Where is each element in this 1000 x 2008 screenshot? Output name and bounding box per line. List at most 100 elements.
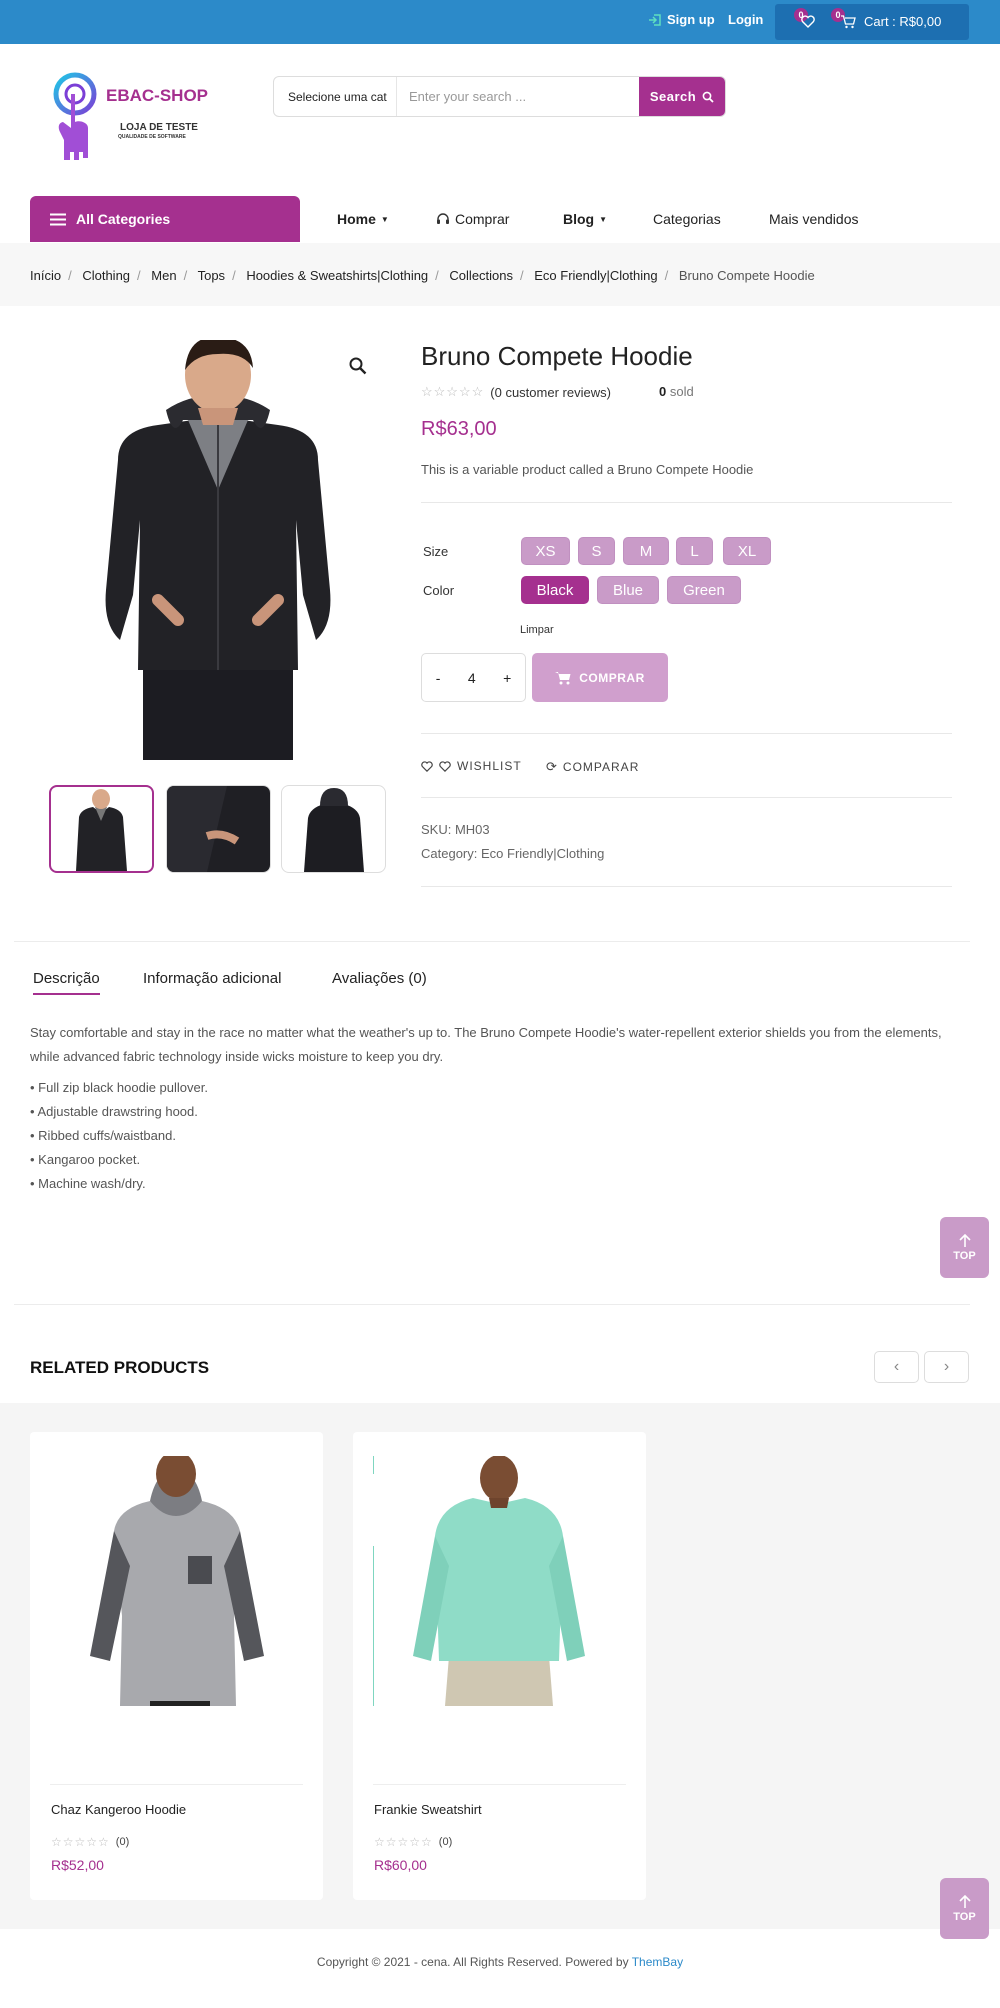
product-main-image[interactable] [48,340,388,765]
scroll-top-button[interactable]: TOP [940,1217,989,1278]
breadcrumb-collections[interactable]: Collections [449,268,513,283]
logo-title: EBAC-SHOP [106,86,209,105]
breadcrumb-hoodies[interactable]: Hoodies & Sweatshirts|Clothing [246,268,428,283]
signup-icon [649,13,661,26]
tab-avaliacoes[interactable]: Avaliações (0) [332,970,427,987]
logo-hand-icon [53,72,97,160]
heart-icon [439,760,451,772]
cart-box[interactable]: 0 0 Cart : R$0,00 [775,4,969,40]
divider [421,733,952,734]
copyright-text: Copyright © 2021 - cena. All Rights Rese… [316,1955,629,1969]
tab-descricao[interactable]: Descrição [33,970,100,995]
product-card[interactable]: Chaz Kangeroo Hoodie ☆☆☆☆☆ (0) R$52,00 [30,1432,323,1900]
size-option-xs[interactable]: XS [521,537,570,565]
customer-reviews-link[interactable]: (0 customer reviews) [490,385,611,400]
thembay-link[interactable]: ThemBay [632,1955,683,1969]
buy-button-label: COMPRAR [579,670,645,685]
wishlist-button[interactable]: WISHLIST [421,759,522,773]
breadcrumb: Início / Clothing / Men / Tops / Hoodies & S… [30,268,815,283]
color-option-green[interactable]: Green [667,576,741,604]
breadcrumb-clothing[interactable]: Clothing [82,268,130,283]
rating-stars-icon: ☆☆☆☆☆ [51,1835,110,1849]
scroll-top-button[interactable]: TOP [940,1878,989,1939]
product-sku: SKU: MH03 [421,822,490,837]
size-option-xl[interactable]: XL [723,537,771,565]
size-option-m[interactable]: M [623,537,669,565]
compare-label: COMPARAR [562,760,640,774]
cart-icon [555,671,571,684]
carousel-next-button[interactable]: › [924,1351,969,1383]
search-bar: Selecione uma cat Search [273,76,726,117]
headset-icon [437,213,449,224]
refresh-icon: ⟳ [546,759,558,774]
carousel-prev-button[interactable]: ‹ [874,1351,919,1383]
buy-button[interactable]: COMPRAR [532,653,668,702]
quantity-increase-button[interactable]: + [503,670,511,686]
scroll-top-label: TOP [953,1249,976,1262]
product-thumbnail[interactable] [49,785,154,873]
breadcrumb-men[interactable]: Men [151,268,176,283]
product-card-image[interactable] [373,1456,626,1706]
rating-stars-icon: ☆☆☆☆☆ [374,1835,433,1849]
product-category: Category: Eco Friendly|Clothing [421,846,605,861]
product-card-reviews: (0) [438,1836,453,1848]
nav-home-label: Home [337,211,376,227]
nav-mais-vendidos[interactable]: Mais vendidos [769,211,859,227]
nav-home[interactable]: Home ▼ [337,211,389,227]
divider [421,886,952,887]
rating-stars-icon: ☆☆☆☆☆ [421,384,485,399]
product-card-rating: ☆☆☆☆☆ (0) [374,1835,452,1849]
arrow-up-icon [958,1894,971,1908]
top-bar: Sign up Login 0 0 Cart : R$0,00 [0,0,1000,44]
product-card-image[interactable] [50,1456,303,1706]
category-select[interactable]: Selecione uma cat [274,77,397,116]
search-button-label: Search [649,89,697,104]
search-icon [702,91,714,103]
quantity-decrease-button[interactable]: - [436,670,441,686]
signup-link[interactable]: Sign up [648,12,715,27]
search-button[interactable]: Search [639,77,725,116]
breadcrumb-inicio[interactable]: Início [30,268,61,283]
heart-icon[interactable] [801,15,815,28]
search-input[interactable] [397,77,639,116]
logo-tagline: QUALIDADE DE SOFTWARE [118,134,186,140]
cart-icon[interactable] [840,15,856,29]
nav-blog[interactable]: Blog ▼ [563,211,607,227]
color-option-black[interactable]: Black [521,576,589,604]
nav-comprar[interactable]: Comprar [436,211,509,227]
chevron-down-icon: ▼ [380,214,389,224]
site-logo[interactable]: EBAC-SHOP LOJA DE TESTE QUALIDADE DE SOF… [44,70,230,180]
description-bullet: • Machine wash/dry. [30,1176,146,1191]
product-card-name[interactable]: Chaz Kangeroo Hoodie [51,1802,186,1817]
size-option-l[interactable]: L [676,537,713,565]
product-card[interactable]: Frankie Sweatshirt ☆☆☆☆☆ (0) R$60,00 [353,1432,646,1900]
breadcrumb-tops[interactable]: Tops [198,268,225,283]
heart-icon [421,760,433,772]
product-card-reviews: (0) [115,1836,130,1848]
divider [373,1784,626,1785]
tab-informacao-adicional[interactable]: Informação adicional [143,970,281,987]
clear-selection-link[interactable]: Limpar [520,624,554,636]
section-divider [14,1304,970,1305]
nav-comprar-label: Comprar [455,211,510,227]
product-thumbnail[interactable] [281,785,386,873]
size-option-s[interactable]: S [578,537,615,565]
quantity-value[interactable]: 4 [468,670,476,686]
all-categories-button[interactable]: All Categories [30,196,300,242]
product-card-name[interactable]: Frankie Sweatshirt [374,1802,482,1817]
nav-categorias[interactable]: Categorias [653,211,721,227]
product-thumbnail[interactable] [166,785,271,873]
all-categories-label: All Categories [76,211,171,227]
related-products-heading: RELATED PRODUCTS [30,1358,210,1377]
color-option-blue[interactable]: Blue [597,576,659,604]
zoom-icon[interactable] [349,357,367,380]
divider [421,797,952,798]
product-title: Bruno Compete Hoodie [421,341,693,371]
tabs-divider [14,941,970,942]
breadcrumb-eco-friendly[interactable]: Eco Friendly|Clothing [534,268,657,283]
compare-button[interactable]: ⟳ COMPARAR [546,759,639,775]
category-link[interactable]: Eco Friendly|Clothing [481,846,604,861]
login-link[interactable]: Login [728,12,763,27]
product-card-price: R$60,00 [374,1857,427,1873]
chevron-right-icon: › [943,1358,950,1375]
